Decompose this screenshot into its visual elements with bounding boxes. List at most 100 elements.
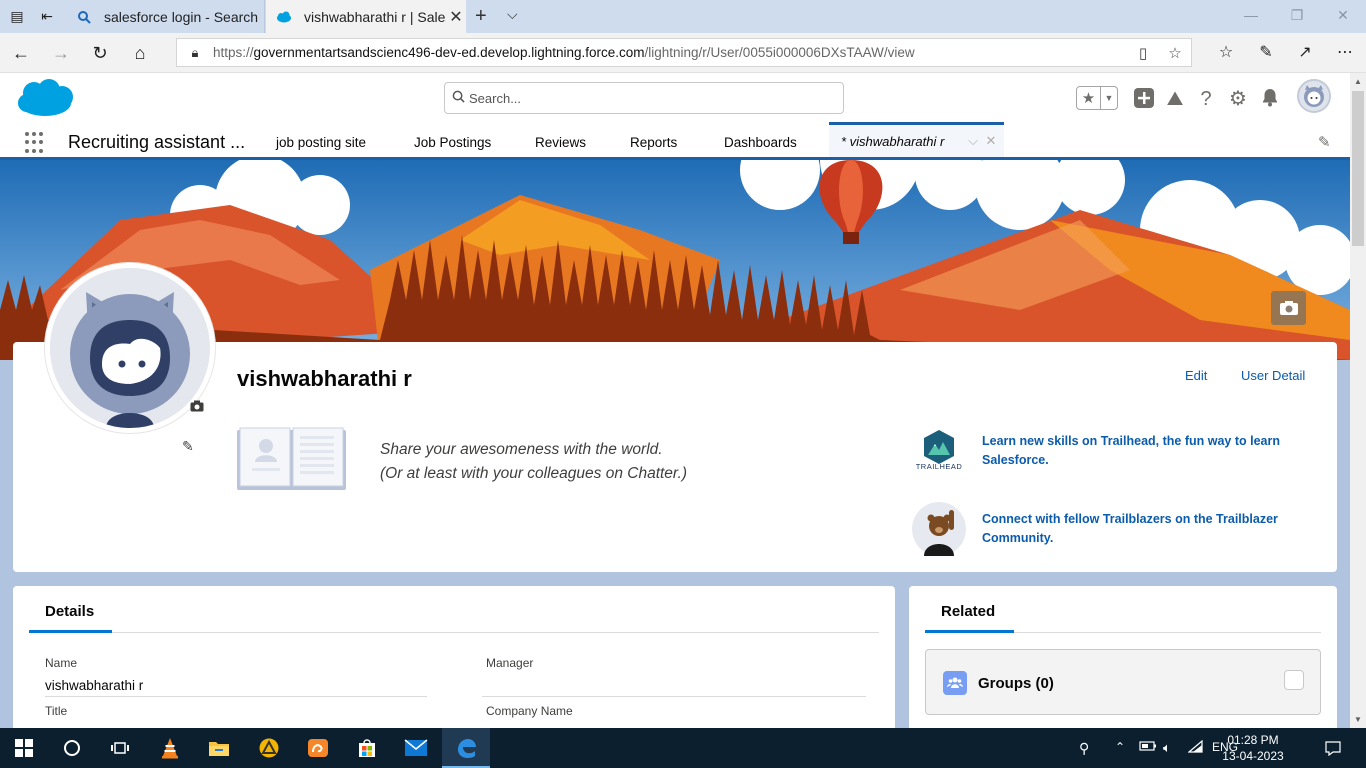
nav-item-reviews[interactable]: Reviews	[535, 135, 586, 150]
chevron-down-icon[interactable]: ⌵	[968, 133, 978, 149]
page-scrollbar[interactable]: ▲ ▼	[1350, 73, 1366, 728]
help-icon[interactable]: ?	[1194, 87, 1218, 111]
back-icon[interactable]: ←	[10, 42, 32, 64]
favorites-button-group[interactable]: ★ ▼	[1076, 86, 1118, 110]
manager-field-label: Manager	[486, 656, 534, 670]
wifi-icon[interactable]	[1187, 739, 1204, 757]
nav-item-job-postings[interactable]: Job Postings	[414, 135, 491, 150]
address-bar: ← → ↻ ⌂ 🔒︎ https://governmentartsandscie…	[0, 33, 1366, 73]
title-field-label: Title	[45, 704, 68, 718]
mail-icon[interactable]	[404, 736, 428, 760]
chevron-down-icon[interactable]: ⌵	[507, 6, 518, 23]
windows-start-icon[interactable]	[12, 736, 36, 760]
promo1-line-1[interactable]: Learn new skills on Trailhead, the fun w…	[982, 432, 1302, 451]
edit-pencil-icon[interactable]: ✎	[182, 438, 194, 455]
edge-browser-icon[interactable]	[454, 736, 478, 760]
file-explorer-icon[interactable]	[207, 736, 231, 760]
chatter-book-illustration	[236, 426, 347, 492]
promo2-line-1[interactable]: Connect with fellow Trailblazers on the …	[982, 510, 1302, 529]
browser-tab-salesforce[interactable]: vishwabharathi r | Salesf ✕	[266, 0, 466, 33]
notifications-bell-icon[interactable]	[1258, 87, 1282, 111]
nav-item-job-posting-site[interactable]: job posting site	[276, 135, 366, 150]
cortana-search-icon[interactable]	[60, 736, 84, 760]
chatter-share-message: Share your awesomeness with the world. (…	[380, 438, 687, 486]
url-field[interactable]: 🔒︎ https://governmentartsandscienc496-de…	[176, 38, 1192, 67]
name-field-label: Name	[45, 656, 78, 670]
url-text[interactable]: https://governmentartsandscienc496-dev-e…	[213, 45, 1127, 60]
volume-icon[interactable]: 🔈︎	[1163, 740, 1171, 756]
tab-details[interactable]: Details	[45, 603, 94, 620]
trailhead-promo-link[interactable]: Learn new skills on Trailhead, the fun w…	[982, 432, 1302, 470]
share-line-1: Share your awesomeness with the world.	[380, 441, 663, 458]
user-detail-link[interactable]: User Detail	[1241, 368, 1305, 383]
close-tab-icon[interactable]: ✕	[446, 7, 466, 27]
action-center-icon[interactable]	[1325, 740, 1341, 760]
battery-icon[interactable]	[1139, 740, 1157, 755]
favorite-star-icon[interactable]: ☆	[1159, 44, 1191, 62]
groups-menu-button[interactable]	[1284, 670, 1304, 690]
scrollbar-thumb[interactable]	[1352, 91, 1364, 246]
microsoft-store-icon[interactable]	[355, 736, 379, 760]
tab-user-record-label: * vishwabharathi r	[841, 133, 945, 149]
share-line-2: (Or at least with your colleagues on Cha…	[380, 465, 687, 482]
details-tab-indicator	[29, 630, 112, 633]
app-launcher-icon[interactable]	[25, 132, 47, 154]
reading-view-icon[interactable]: ▯	[1127, 44, 1159, 62]
trailhead-icon[interactable]: ⛰	[1163, 87, 1187, 111]
name-field-divider	[45, 696, 427, 697]
home-icon[interactable]: ⌂	[129, 42, 151, 64]
scroll-up-icon[interactable]: ▲	[1354, 77, 1362, 86]
restore-icon[interactable]: ❐	[1287, 7, 1307, 24]
people-icon[interactable]: ⚲	[1079, 740, 1089, 757]
tab-user-record[interactable]: * vishwabharathi r ⌵ ✕	[829, 122, 1004, 157]
close-icon[interactable]: ✕	[978, 133, 1004, 149]
avatar-camera-icon[interactable]	[190, 400, 206, 414]
new-tab-icon[interactable]: +	[475, 5, 487, 28]
taskbar-clock[interactable]: 01:28 PM 13-04-2023	[1222, 732, 1284, 764]
star-icon[interactable]: ★	[1077, 87, 1101, 109]
vlc-icon[interactable]	[158, 736, 182, 760]
name-field-value: vishwabharathi r	[45, 678, 144, 693]
search-icon	[447, 90, 469, 106]
trailhead-logo[interactable]: TRAILHEAD	[912, 428, 966, 482]
chevron-down-icon[interactable]: ▼	[1101, 87, 1117, 109]
browser-tab-search[interactable]: salesforce login - Search	[66, 0, 265, 33]
global-search[interactable]	[444, 82, 844, 114]
task-view-icon[interactable]	[108, 736, 132, 760]
promo1-line-2[interactable]: Salesforce.	[982, 451, 1302, 470]
trailhead-caption: TRAILHEAD	[915, 462, 963, 471]
nav-item-reports[interactable]: Reports	[630, 135, 677, 150]
share-icon[interactable]: ↗	[1294, 42, 1316, 64]
company-field-label: Company Name	[486, 704, 573, 718]
web-note-icon[interactable]: ✎	[1255, 42, 1277, 64]
trailblazer-community-link[interactable]: Connect with fellow Trailblazers on the …	[982, 510, 1302, 548]
user-avatar[interactable]	[1297, 79, 1331, 113]
salesforce-logo[interactable]	[16, 79, 74, 119]
forward-icon[interactable]: →	[50, 42, 72, 64]
scroll-down-icon[interactable]: ▼	[1354, 715, 1362, 724]
lock-icon: 🔒︎	[191, 44, 199, 60]
banner-camera-icon[interactable]	[1271, 291, 1306, 325]
edit-nav-pencil-icon[interactable]: ✎	[1318, 133, 1331, 151]
uc-browser-icon[interactable]	[306, 736, 330, 760]
groups-title[interactable]: Groups (0)	[978, 675, 1054, 692]
browser-tab-title: vishwabharathi r | Salesf	[304, 8, 446, 25]
global-actions-icon[interactable]	[1132, 87, 1156, 111]
drive-app-icon[interactable]	[257, 736, 281, 760]
refresh-icon[interactable]: ↻	[89, 42, 111, 64]
favorites-icon[interactable]: ☆	[1215, 42, 1237, 64]
show-hidden-icons-chevron-icon[interactable]: ⌃	[1115, 740, 1125, 754]
tab-related[interactable]: Related	[941, 603, 995, 620]
promo2-line-2[interactable]: Community.	[982, 529, 1302, 548]
trailblazer-community-bear-icon[interactable]	[912, 502, 966, 556]
more-icon[interactable]: ⋯	[1334, 42, 1356, 64]
edit-link[interactable]: Edit	[1185, 368, 1207, 383]
groups-related-list[interactable]: Groups (0)	[925, 649, 1321, 715]
setup-gear-icon[interactable]: ⚙	[1226, 87, 1250, 111]
close-window-icon[interactable]: ✕	[1333, 7, 1353, 24]
tab-actions-icon[interactable]: ▤	[9, 8, 25, 24]
set-tabs-aside-icon[interactable]: ⇤	[39, 8, 55, 24]
minimize-icon[interactable]: —	[1241, 7, 1261, 23]
search-input[interactable]	[469, 90, 843, 106]
nav-item-dashboards[interactable]: Dashboards	[724, 135, 797, 150]
